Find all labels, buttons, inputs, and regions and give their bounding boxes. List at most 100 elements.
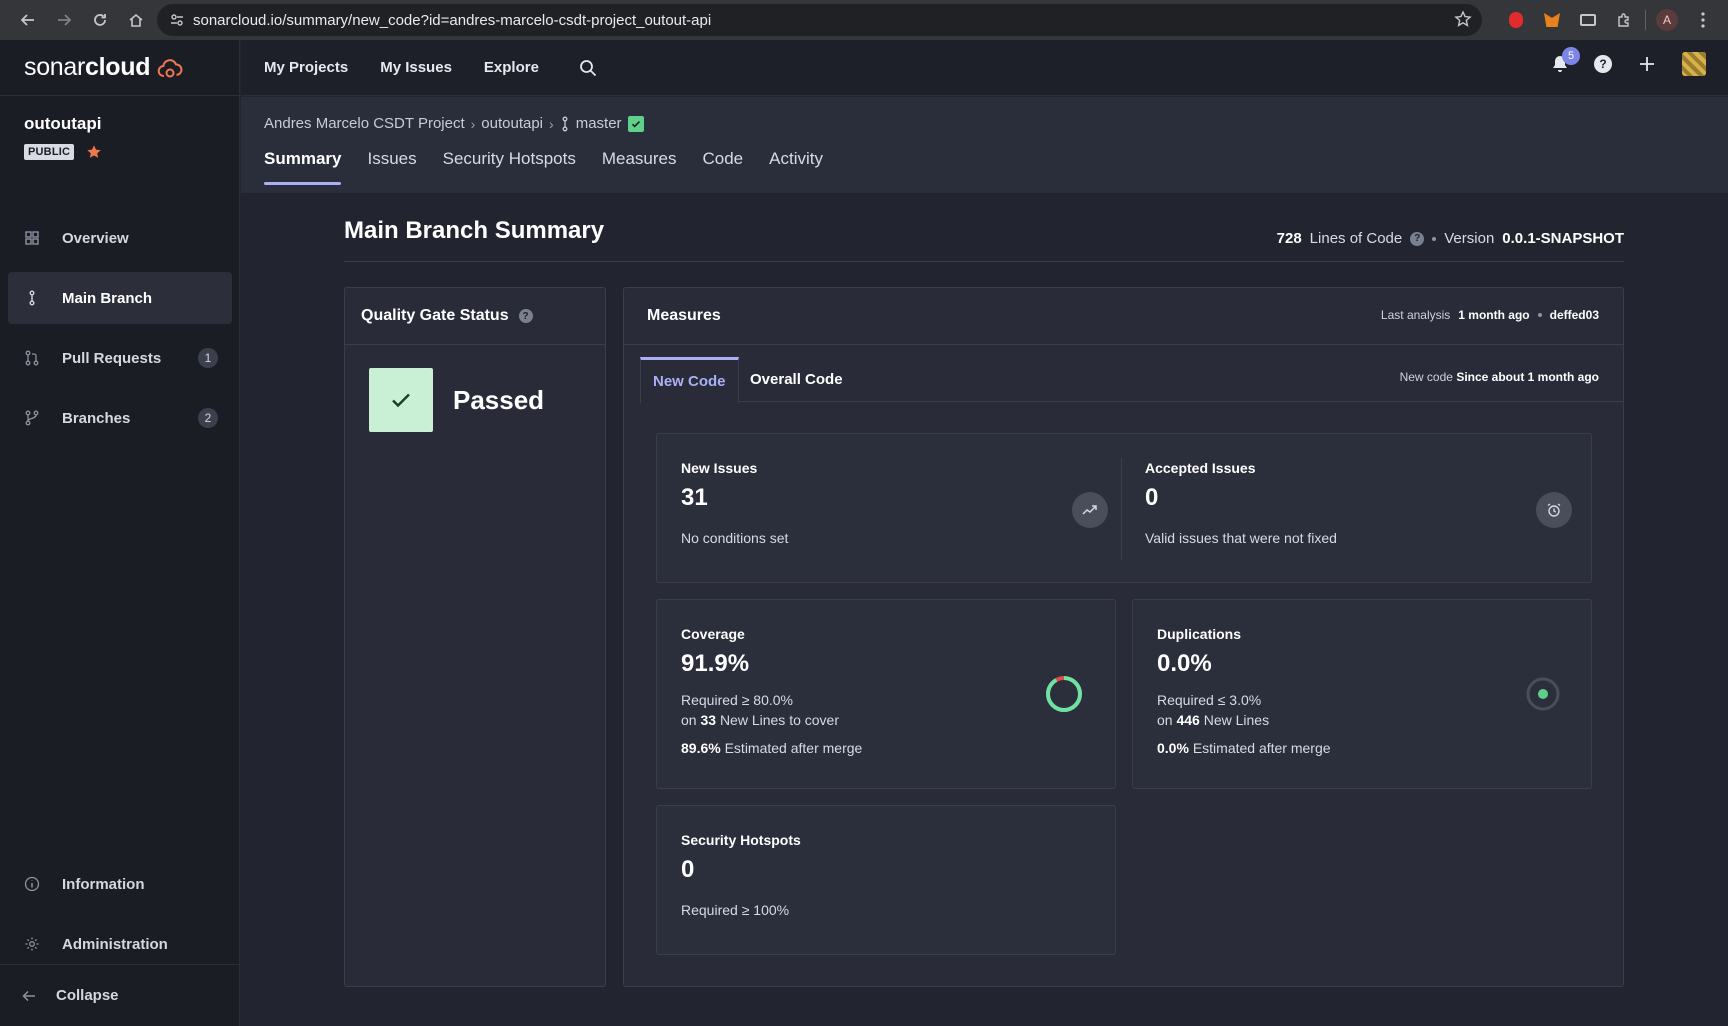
coverage-value[interactable]: 91.9%	[681, 650, 862, 678]
lines-of-code-value: 728	[1276, 230, 1302, 247]
breadcrumb: Andres Marcelo CSDT Project › outoutapi …	[264, 115, 644, 132]
last-analysis-value: 1 month ago	[1458, 308, 1530, 322]
notification-count-badge: 5	[1562, 47, 1580, 65]
coverage-label: Coverage	[681, 626, 745, 642]
security-hotspots-required: Required ≥ 100%	[681, 902, 790, 918]
tab-overall-code[interactable]: Overall Code	[738, 357, 855, 402]
home-icon[interactable]	[118, 4, 154, 36]
public-badge: PUBLIC	[24, 144, 75, 160]
last-analysis-label: Last analysis	[1380, 308, 1451, 322]
coverage-lines-suffix: New Lines to cover	[719, 712, 839, 728]
coverage-estimate-suffix: Estimated after merge	[724, 740, 863, 756]
tab-issues[interactable]: Issues	[367, 149, 416, 183]
new-issues-metric[interactable]: New Issues 31 No conditions set	[681, 460, 788, 546]
sidebar-item-information[interactable]: Information	[8, 858, 232, 910]
duplications-estimate-suffix: Estimated after merge	[1192, 740, 1331, 756]
pull-requests-count: 1	[198, 348, 218, 368]
coverage-lines-value[interactable]: 33	[700, 712, 716, 728]
plus-icon[interactable]	[1638, 55, 1656, 73]
coverage-card: Coverage 91.9% Required ≥ 80.0% on 33 Ne…	[656, 599, 1116, 789]
breadcrumb-project[interactable]: outoutapi	[481, 115, 543, 132]
tab-activity[interactable]: Activity	[769, 149, 823, 183]
divider	[344, 261, 1624, 262]
separator-dot	[1432, 236, 1437, 241]
extensions-puzzle-icon[interactable]	[1609, 4, 1639, 36]
nav-my-issues[interactable]: My Issues	[380, 59, 452, 76]
extension-window-icon[interactable]	[1573, 4, 1603, 36]
favorite-star-icon[interactable]	[86, 144, 102, 160]
commit-hash[interactable]: deffed03	[1550, 308, 1599, 322]
info-icon	[22, 874, 42, 894]
user-avatar[interactable]	[1682, 52, 1706, 76]
bookmark-star-icon[interactable]	[1454, 10, 1472, 33]
new-issues-value[interactable]: 31	[681, 484, 788, 512]
coverage-estimate-value: 89.6%	[681, 740, 721, 756]
duplications-on-prefix: on	[1157, 712, 1173, 728]
site-settings-icon[interactable]	[161, 12, 193, 28]
sidebar-nav: Overview Main Branch Pull Requests 1 Bra…	[8, 212, 232, 452]
branch-status-check-icon	[627, 115, 644, 132]
sonarcloud-logo[interactable]: sonarcloud	[0, 40, 239, 96]
summary-meta: 728 Lines of Code ? Version 0.0.1-SNAPSH…	[1277, 230, 1624, 247]
url-text[interactable]: sonarcloud.io/summary/new_code?id=andres…	[193, 12, 711, 29]
duplications-label: Duplications	[1157, 626, 1242, 642]
extension-fox-icon[interactable]	[1537, 4, 1567, 36]
sidebar-item-label: Overview	[62, 229, 129, 247]
sidebar-item-branches[interactable]: Branches 2	[8, 392, 232, 444]
forward-icon[interactable]	[46, 4, 82, 36]
sidebar: sonarcloud outoutapi PUBLIC Overview Mai…	[0, 40, 240, 1026]
reload-icon[interactable]	[82, 4, 118, 36]
top-nav: My Projects My Issues Explore	[264, 59, 539, 76]
project-tabs: Summary Issues Security Hotspots Measure…	[264, 149, 823, 185]
project-name[interactable]: outoutapi	[24, 114, 215, 134]
coverage-estimate: 89.6% Estimated after merge	[681, 740, 862, 756]
collapse-button[interactable]: Collapse	[0, 964, 240, 1026]
duplications-lines-value[interactable]: 446	[1176, 712, 1199, 728]
duplications-estimate-value: 0.0%	[1157, 740, 1189, 756]
collapse-label: Collapse	[56, 987, 119, 1004]
browser-toolbar: sonarcloud.io/summary/new_code?id=andres…	[0, 0, 1728, 40]
accepted-issues-value[interactable]: 0	[1145, 484, 1337, 512]
help-icon[interactable]: ?	[518, 309, 533, 323]
new-issues-label: New Issues	[681, 460, 758, 476]
notifications-bell-icon[interactable]: 5	[1552, 47, 1580, 73]
extension-red-icon[interactable]	[1501, 4, 1531, 36]
accepted-issues-sub: Valid issues that were not fixed	[1145, 530, 1337, 546]
help-icon[interactable]: ?	[1410, 231, 1425, 246]
nav-my-projects[interactable]: My Projects	[264, 59, 348, 76]
duplications-value[interactable]: 0.0%	[1157, 650, 1331, 678]
branch-selector[interactable]: master	[576, 115, 622, 132]
duplications-estimate: 0.0% Estimated after merge	[1157, 740, 1331, 756]
help-icon[interactable]: ?	[1594, 55, 1612, 73]
branches-count: 2	[198, 408, 218, 428]
search-icon[interactable]	[579, 59, 597, 77]
tab-summary[interactable]: Summary	[264, 149, 342, 185]
nav-explore[interactable]: Explore	[484, 59, 539, 76]
sidebar-item-administration[interactable]: Administration	[8, 918, 232, 970]
tab-code[interactable]: Code	[703, 149, 744, 183]
project-info: outoutapi PUBLIC	[0, 96, 239, 160]
tab-new-code[interactable]: New Code	[640, 357, 739, 403]
pull-request-icon	[22, 348, 42, 368]
issues-card: New Issues 31 No conditions set Accepted…	[656, 433, 1592, 583]
accepted-issues-metric[interactable]: Accepted Issues 0 Valid issues that were…	[1145, 460, 1337, 546]
sidebar-item-pull-requests[interactable]: Pull Requests 1	[8, 332, 232, 384]
coverage-lines: on 33 New Lines to cover	[681, 712, 862, 728]
tab-security-hotspots[interactable]: Security Hotspots	[443, 149, 576, 183]
tab-measures[interactable]: Measures	[602, 149, 677, 183]
breadcrumb-organization[interactable]: Andres Marcelo CSDT Project	[264, 115, 465, 132]
new-code-label: New code	[1399, 370, 1453, 384]
arrow-left-icon	[22, 990, 35, 1001]
chrome-menu-icon[interactable]	[1688, 4, 1718, 36]
duplications-required: Required ≤ 3.0%	[1157, 692, 1262, 708]
new-issues-sub: No conditions set	[681, 530, 789, 546]
sidebar-item-label: Pull Requests	[62, 349, 162, 367]
back-icon[interactable]	[10, 4, 46, 36]
page-title: Main Branch Summary	[344, 217, 605, 244]
chrome-profile-avatar[interactable]: A	[1652, 4, 1682, 36]
sidebar-item-main-branch[interactable]: Main Branch	[8, 272, 232, 324]
address-bar[interactable]: sonarcloud.io/summary/new_code?id=andres…	[157, 4, 1482, 36]
sidebar-item-overview[interactable]: Overview	[8, 212, 232, 264]
security-hotspots-value[interactable]: 0	[681, 856, 801, 884]
branches-icon	[22, 408, 42, 428]
